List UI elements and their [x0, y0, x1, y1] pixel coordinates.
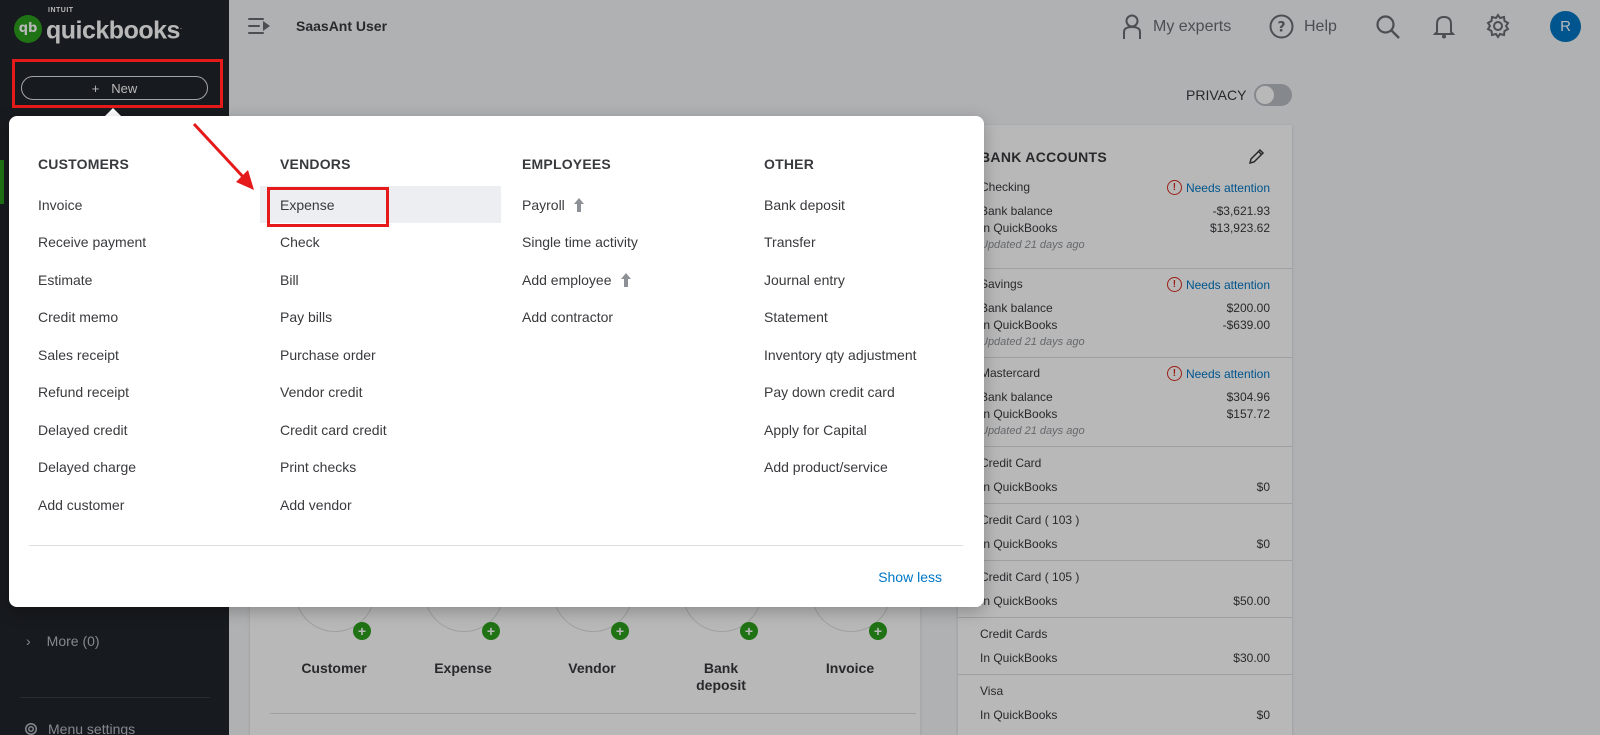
menu-item-payroll[interactable]: Payroll [522, 186, 752, 224]
annotation-highlight-expense [267, 187, 389, 227]
menu-item-apply-for-capital[interactable]: Apply for Capital [764, 411, 994, 449]
annotation-highlight-new [12, 59, 223, 108]
menu-item-transfer[interactable]: Transfer [764, 224, 994, 262]
new-menu-dropdown: CUSTOMERS Invoice Receive payment Estima… [9, 116, 984, 607]
menu-item-bill[interactable]: Bill [280, 261, 510, 299]
menu-item-sales-receipt[interactable]: Sales receipt [38, 336, 268, 374]
upgrade-arrow-icon [573, 197, 584, 212]
menu-item-add-customer[interactable]: Add customer [38, 486, 268, 524]
menu-item-purchase-order[interactable]: Purchase order [280, 336, 510, 374]
menu-item-add-vendor[interactable]: Add vendor [280, 486, 510, 524]
menu-item-statement[interactable]: Statement [764, 299, 994, 337]
menu-item-credit-memo[interactable]: Credit memo [38, 299, 268, 337]
menu-item-pay-bills[interactable]: Pay bills [280, 299, 510, 337]
menu-column-customers: CUSTOMERS Invoice Receive payment Estima… [38, 156, 268, 534]
menu-item-check[interactable]: Check [280, 224, 510, 262]
menu-column-other: OTHER Bank deposit Transfer Journal entr… [764, 156, 994, 496]
menu-item-delayed-charge[interactable]: Delayed charge [38, 449, 268, 487]
menu-item-receive-payment[interactable]: Receive payment [38, 224, 268, 262]
show-less-link[interactable]: Show less [878, 569, 942, 585]
menu-column-employees: EMPLOYEES Payroll Single time activity A… [522, 156, 752, 346]
menu-item-inventory-qty-adjustment[interactable]: Inventory qty adjustment [764, 336, 994, 374]
menu-item-add-employee[interactable]: Add employee [522, 261, 752, 299]
menu-item-single-time-activity[interactable]: Single time activity [522, 224, 752, 262]
annotation-arrow-icon [192, 122, 254, 190]
menu-item-bank-deposit[interactable]: Bank deposit [764, 186, 994, 224]
upgrade-arrow-icon [620, 272, 631, 287]
menu-item-vendor-credit[interactable]: Vendor credit [280, 374, 510, 412]
menu-item-delayed-credit[interactable]: Delayed credit [38, 411, 268, 449]
menu-item-pay-down-credit-card[interactable]: Pay down credit card [764, 374, 994, 412]
menu-item-credit-card-credit[interactable]: Credit card credit [280, 411, 510, 449]
menu-item-add-product-service[interactable]: Add product/service [764, 449, 994, 487]
menu-item-add-contractor[interactable]: Add contractor [522, 299, 752, 337]
menu-item-print-checks[interactable]: Print checks [280, 449, 510, 487]
menu-divider [29, 545, 963, 546]
menu-item-refund-receipt[interactable]: Refund receipt [38, 374, 268, 412]
menu-item-estimate[interactable]: Estimate [38, 261, 268, 299]
menu-item-journal-entry[interactable]: Journal entry [764, 261, 994, 299]
